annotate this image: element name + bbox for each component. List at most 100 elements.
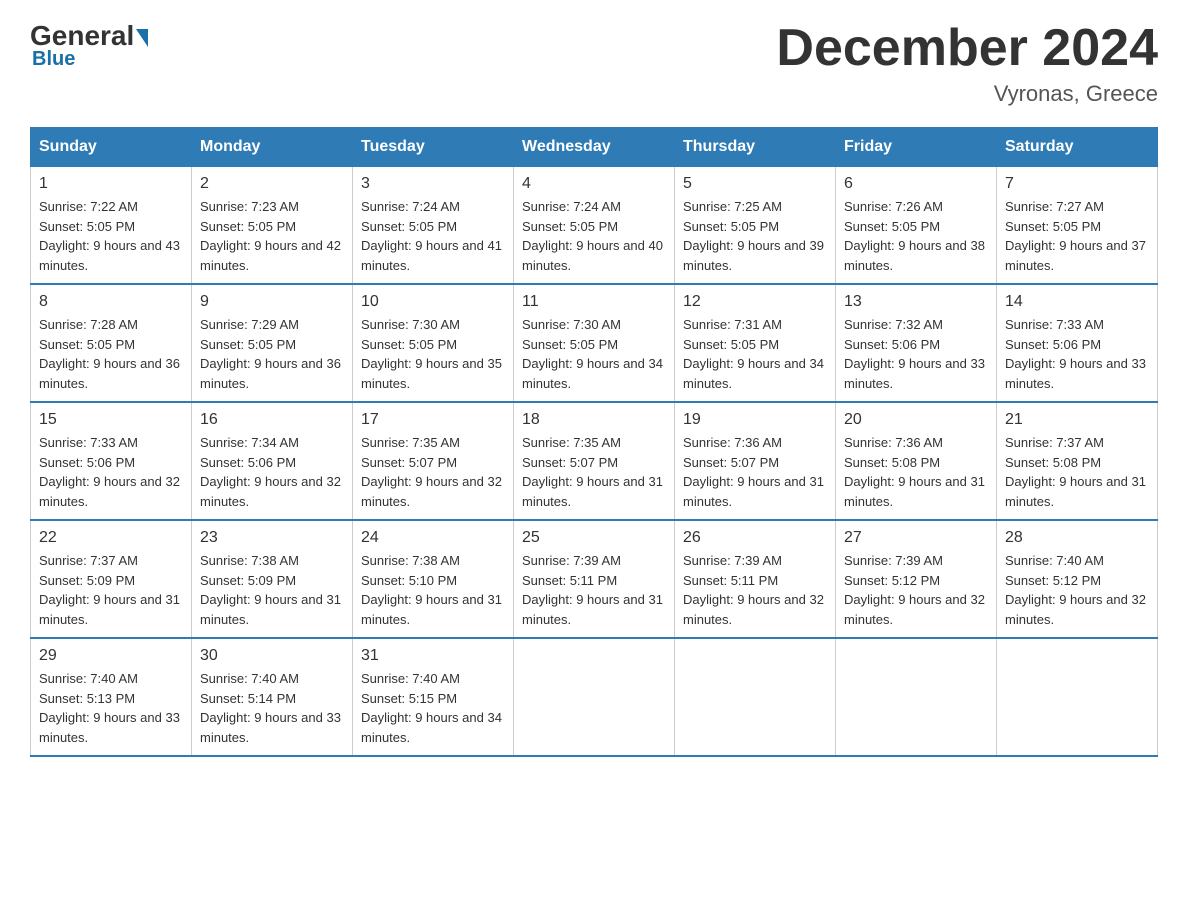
day-number: 26 bbox=[683, 529, 827, 547]
day-info: Sunrise: 7:36 AMSunset: 5:08 PMDaylight:… bbox=[844, 433, 988, 511]
calendar-cell: 23 Sunrise: 7:38 AMSunset: 5:09 PMDayligh… bbox=[192, 520, 353, 638]
day-info: Sunrise: 7:40 AMSunset: 5:14 PMDaylight:… bbox=[200, 669, 344, 747]
day-number: 4 bbox=[522, 175, 666, 193]
calendar-week-row: 1 Sunrise: 7:22 AMSunset: 5:05 PMDaylight… bbox=[31, 167, 1158, 285]
day-number: 13 bbox=[844, 293, 988, 311]
day-info: Sunrise: 7:39 AMSunset: 5:12 PMDaylight:… bbox=[844, 551, 988, 629]
title-section: December 2024 Vyronas, Greece bbox=[776, 20, 1158, 107]
day-info: Sunrise: 7:30 AMSunset: 5:05 PMDaylight:… bbox=[522, 315, 666, 393]
day-info: Sunrise: 7:26 AMSunset: 5:05 PMDaylight:… bbox=[844, 197, 988, 275]
day-info: Sunrise: 7:24 AMSunset: 5:05 PMDaylight:… bbox=[361, 197, 505, 275]
day-number: 6 bbox=[844, 175, 988, 193]
calendar-cell: 16 Sunrise: 7:34 AMSunset: 5:06 PMDayligh… bbox=[192, 402, 353, 520]
day-number: 12 bbox=[683, 293, 827, 311]
calendar-cell: 17Sunrise: 7:35 AMSunset: 5:07 PMDayligh… bbox=[353, 402, 514, 520]
calendar-cell: 11 Sunrise: 7:30 AMSunset: 5:05 PMDayligh… bbox=[514, 284, 675, 402]
day-number: 7 bbox=[1005, 175, 1149, 193]
calendar-cell: 18Sunrise: 7:35 AMSunset: 5:07 PMDayligh… bbox=[514, 402, 675, 520]
day-number: 11 bbox=[522, 293, 666, 311]
page-header: General Blue December 2024 Vyronas, Gree… bbox=[30, 20, 1158, 107]
day-info: Sunrise: 7:40 AMSunset: 5:13 PMDaylight:… bbox=[39, 669, 183, 747]
calendar-cell bbox=[997, 638, 1158, 756]
day-info: Sunrise: 7:23 AMSunset: 5:05 PMDaylight:… bbox=[200, 197, 344, 275]
col-header-monday: Monday bbox=[192, 128, 353, 167]
day-number: 28 bbox=[1005, 529, 1149, 547]
calendar-cell: 7Sunrise: 7:27 AMSunset: 5:05 PMDaylight… bbox=[997, 167, 1158, 285]
calendar-cell: 27 Sunrise: 7:39 AMSunset: 5:12 PMDayligh… bbox=[836, 520, 997, 638]
day-number: 3 bbox=[361, 175, 505, 193]
calendar-cell: 30Sunrise: 7:40 AMSunset: 5:14 PMDayligh… bbox=[192, 638, 353, 756]
day-number: 22 bbox=[39, 529, 183, 547]
day-info: Sunrise: 7:24 AMSunset: 5:05 PMDaylight:… bbox=[522, 197, 666, 275]
calendar-cell: 4 Sunrise: 7:24 AMSunset: 5:05 PMDaylight… bbox=[514, 167, 675, 285]
calendar-cell: 2 Sunrise: 7:23 AMSunset: 5:05 PMDaylight… bbox=[192, 167, 353, 285]
calendar-cell bbox=[675, 638, 836, 756]
calendar-week-row: 22 Sunrise: 7:37 AMSunset: 5:09 PMDayligh… bbox=[31, 520, 1158, 638]
day-number: 16 bbox=[200, 411, 344, 429]
day-info: Sunrise: 7:32 AMSunset: 5:06 PMDaylight:… bbox=[844, 315, 988, 393]
day-number: 15 bbox=[39, 411, 183, 429]
calendar-cell: 14 Sunrise: 7:33 AMSunset: 5:06 PMDayligh… bbox=[997, 284, 1158, 402]
calendar-week-row: 15 Sunrise: 7:33 AMSunset: 5:06 PMDayligh… bbox=[31, 402, 1158, 520]
day-info: Sunrise: 7:33 AMSunset: 5:06 PMDaylight:… bbox=[39, 433, 183, 511]
calendar-cell bbox=[836, 638, 997, 756]
day-number: 8 bbox=[39, 293, 183, 311]
calendar-header-row: SundayMondayTuesdayWednesdayThursdayFrid… bbox=[31, 128, 1158, 167]
calendar-cell: 12 Sunrise: 7:31 AMSunset: 5:05 PMDayligh… bbox=[675, 284, 836, 402]
calendar-cell: 20 Sunrise: 7:36 AMSunset: 5:08 PMDayligh… bbox=[836, 402, 997, 520]
day-number: 25 bbox=[522, 529, 666, 547]
day-info: Sunrise: 7:34 AMSunset: 5:06 PMDaylight:… bbox=[200, 433, 344, 511]
day-info: Sunrise: 7:33 AMSunset: 5:06 PMDaylight:… bbox=[1005, 315, 1149, 393]
day-number: 24 bbox=[361, 529, 505, 547]
calendar-cell: 13 Sunrise: 7:32 AMSunset: 5:06 PMDayligh… bbox=[836, 284, 997, 402]
col-header-friday: Friday bbox=[836, 128, 997, 167]
col-header-tuesday: Tuesday bbox=[353, 128, 514, 167]
day-info: Sunrise: 7:39 AMSunset: 5:11 PMDaylight:… bbox=[683, 551, 827, 629]
day-number: 2 bbox=[200, 175, 344, 193]
location: Vyronas, Greece bbox=[776, 81, 1158, 107]
calendar-cell bbox=[514, 638, 675, 756]
calendar-cell: 8Sunrise: 7:28 AMSunset: 5:05 PMDaylight… bbox=[31, 284, 192, 402]
calendar-cell: 6 Sunrise: 7:26 AMSunset: 5:05 PMDaylight… bbox=[836, 167, 997, 285]
calendar-cell: 21 Sunrise: 7:37 AMSunset: 5:08 PMDayligh… bbox=[997, 402, 1158, 520]
day-info: Sunrise: 7:40 AMSunset: 5:15 PMDaylight:… bbox=[361, 669, 505, 747]
calendar-cell: 26 Sunrise: 7:39 AMSunset: 5:11 PMDayligh… bbox=[675, 520, 836, 638]
calendar-cell: 31 Sunrise: 7:40 AMSunset: 5:15 PMDayligh… bbox=[353, 638, 514, 756]
day-info: Sunrise: 7:31 AMSunset: 5:05 PMDaylight:… bbox=[683, 315, 827, 393]
day-info: Sunrise: 7:35 AMSunset: 5:07 PMDaylight:… bbox=[361, 433, 505, 511]
day-info: Sunrise: 7:37 AMSunset: 5:08 PMDaylight:… bbox=[1005, 433, 1149, 511]
day-number: 27 bbox=[844, 529, 988, 547]
calendar-cell: 22 Sunrise: 7:37 AMSunset: 5:09 PMDayligh… bbox=[31, 520, 192, 638]
calendar-cell: 24 Sunrise: 7:38 AMSunset: 5:10 PMDayligh… bbox=[353, 520, 514, 638]
calendar-cell: 28Sunrise: 7:40 AMSunset: 5:12 PMDayligh… bbox=[997, 520, 1158, 638]
calendar-table: SundayMondayTuesdayWednesdayThursdayFrid… bbox=[30, 127, 1158, 757]
day-number: 31 bbox=[361, 647, 505, 665]
calendar-week-row: 8Sunrise: 7:28 AMSunset: 5:05 PMDaylight… bbox=[31, 284, 1158, 402]
month-title: December 2024 bbox=[776, 20, 1158, 77]
calendar-cell: 9 Sunrise: 7:29 AMSunset: 5:05 PMDaylight… bbox=[192, 284, 353, 402]
day-info: Sunrise: 7:37 AMSunset: 5:09 PMDaylight:… bbox=[39, 551, 183, 629]
day-number: 1 bbox=[39, 175, 183, 193]
day-info: Sunrise: 7:29 AMSunset: 5:05 PMDaylight:… bbox=[200, 315, 344, 393]
calendar-week-row: 29 Sunrise: 7:40 AMSunset: 5:13 PMDayligh… bbox=[31, 638, 1158, 756]
day-info: Sunrise: 7:30 AMSunset: 5:05 PMDaylight:… bbox=[361, 315, 505, 393]
day-info: Sunrise: 7:38 AMSunset: 5:09 PMDaylight:… bbox=[200, 551, 344, 629]
calendar-cell: 19Sunrise: 7:36 AMSunset: 5:07 PMDayligh… bbox=[675, 402, 836, 520]
day-number: 23 bbox=[200, 529, 344, 547]
logo: General Blue bbox=[30, 20, 148, 71]
day-info: Sunrise: 7:22 AMSunset: 5:05 PMDaylight:… bbox=[39, 197, 183, 275]
day-info: Sunrise: 7:38 AMSunset: 5:10 PMDaylight:… bbox=[361, 551, 505, 629]
day-number: 14 bbox=[1005, 293, 1149, 311]
day-number: 29 bbox=[39, 647, 183, 665]
day-number: 20 bbox=[844, 411, 988, 429]
calendar-cell: 25Sunrise: 7:39 AMSunset: 5:11 PMDayligh… bbox=[514, 520, 675, 638]
day-number: 21 bbox=[1005, 411, 1149, 429]
calendar-cell: 1 Sunrise: 7:22 AMSunset: 5:05 PMDaylight… bbox=[31, 167, 192, 285]
calendar-cell: 15 Sunrise: 7:33 AMSunset: 5:06 PMDayligh… bbox=[31, 402, 192, 520]
col-header-sunday: Sunday bbox=[31, 128, 192, 167]
calendar-cell: 5Sunrise: 7:25 AMSunset: 5:05 PMDaylight… bbox=[675, 167, 836, 285]
day-number: 9 bbox=[200, 293, 344, 311]
day-number: 5 bbox=[683, 175, 827, 193]
day-number: 10 bbox=[361, 293, 505, 311]
calendar-cell: 10 Sunrise: 7:30 AMSunset: 5:05 PMDayligh… bbox=[353, 284, 514, 402]
